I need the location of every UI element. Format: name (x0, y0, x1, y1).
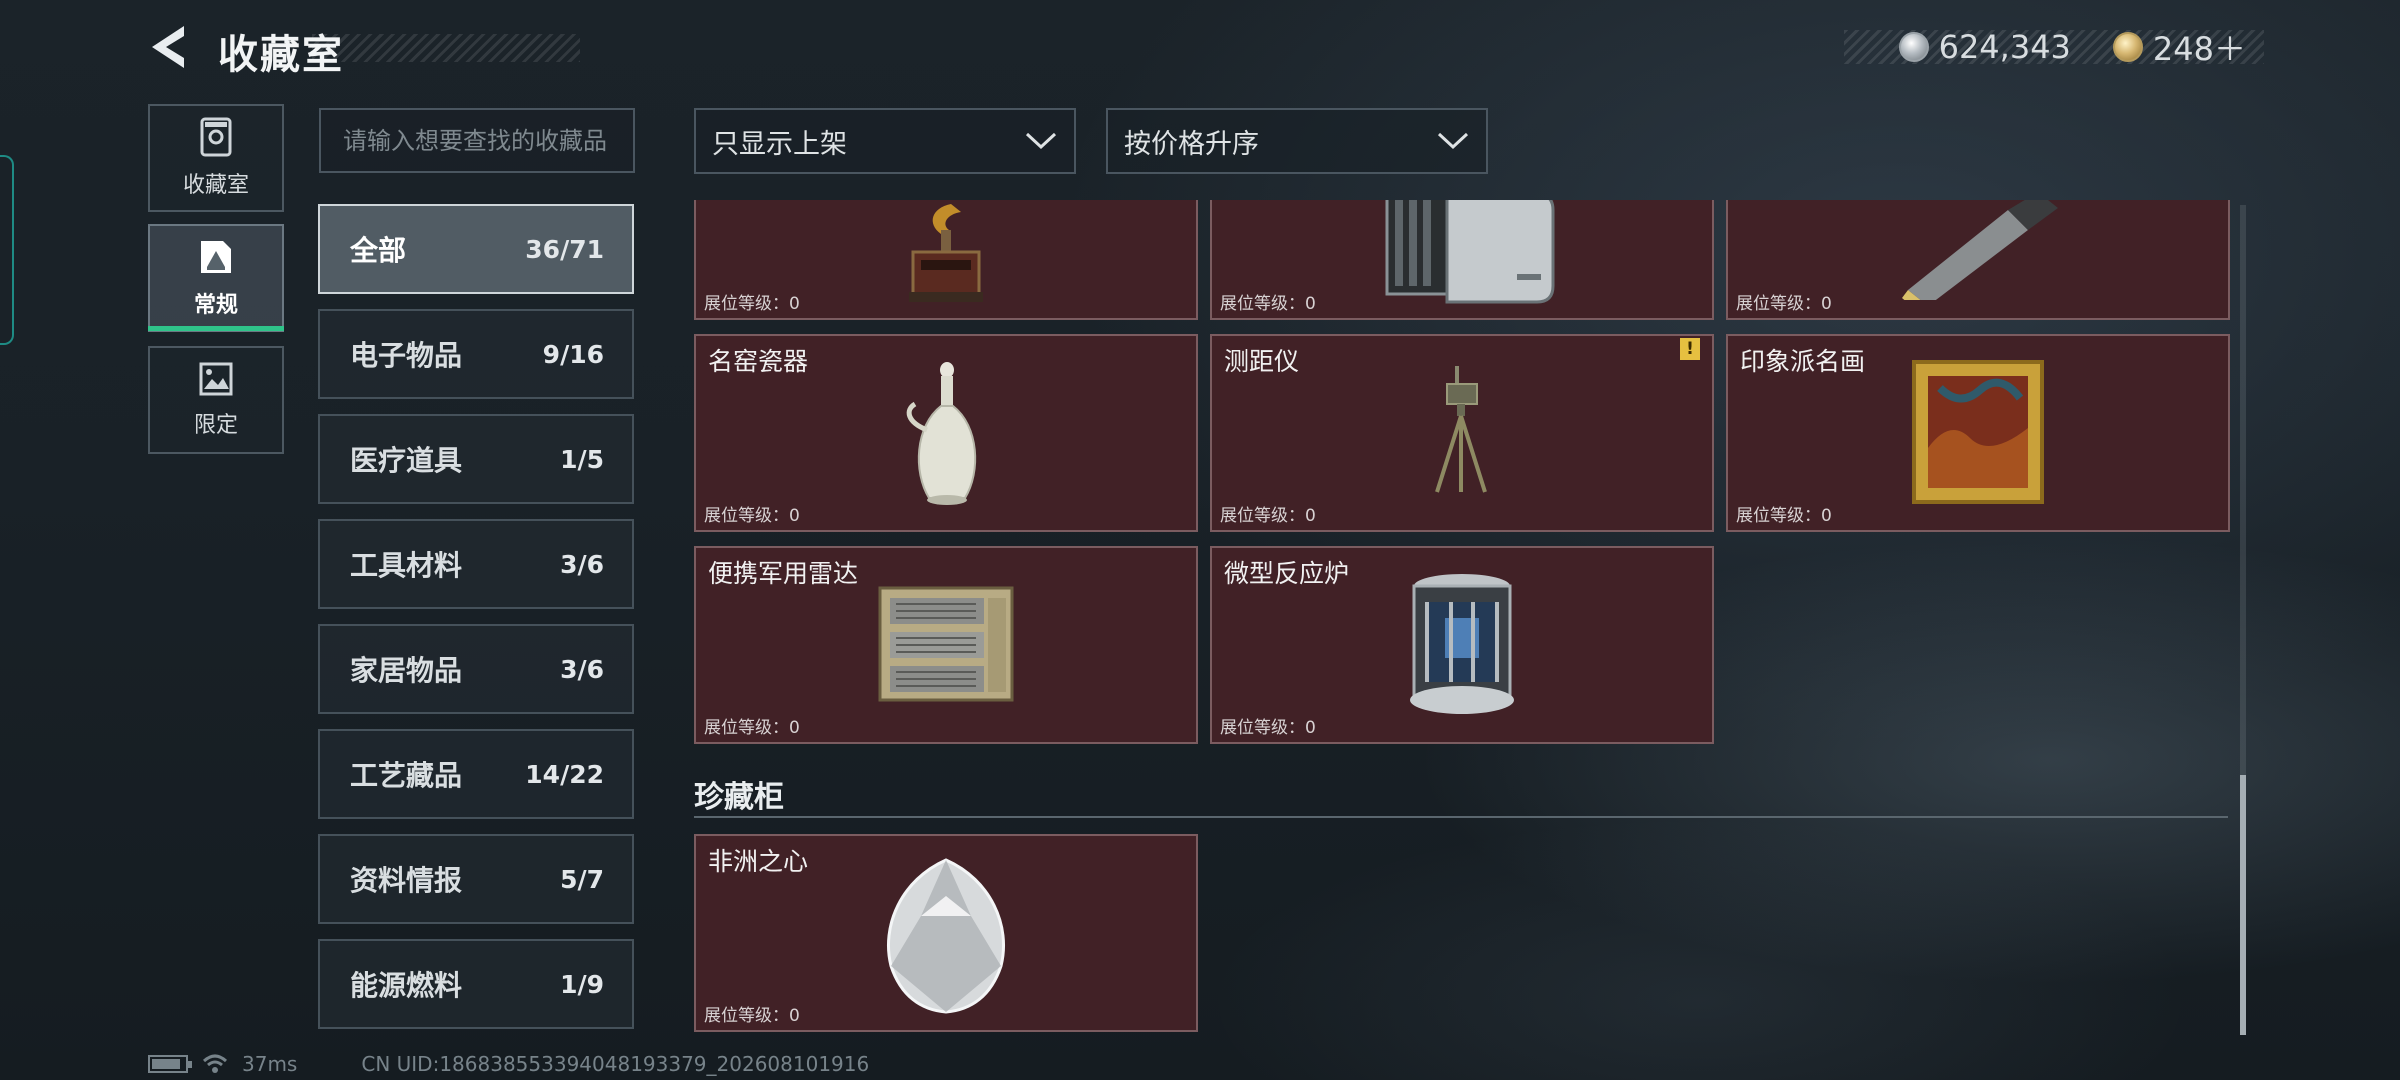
category-electronics[interactable]: 电子物品 9/16 (318, 309, 634, 399)
item-card[interactable]: 名窑瓷器 展位等级：0 (694, 334, 1198, 532)
item-level: 展位等级：0 (1220, 506, 1316, 526)
server-device-icon (1385, 200, 1555, 304)
shell-cartridge-icon (1902, 200, 2058, 300)
category-intel[interactable]: 资料情报 5/7 (318, 834, 634, 924)
category-tools[interactable]: 工具材料 3/6 (318, 519, 634, 609)
category-count: 1/5 (560, 444, 604, 474)
category-count: 14/22 (525, 759, 604, 789)
item-name: 印象派名画 (1740, 347, 1866, 376)
category-name: 医疗道具 (350, 444, 463, 477)
item-card[interactable]: 展位等级：0 (694, 200, 1198, 320)
sort-order-dropdown[interactable]: 按价格升序 (1106, 108, 1488, 174)
category-medical[interactable]: 医疗道具 1/5 (318, 414, 634, 504)
rail-tab-label: 收藏室 (182, 173, 249, 198)
category-count: 5/7 (560, 864, 604, 894)
porcelain-vase-icon (906, 362, 977, 505)
gold-coin-icon (2112, 32, 2143, 62)
silver-amount: 624,343 (1938, 28, 2071, 66)
item-level: 展位等级：0 (1220, 294, 1316, 314)
warning-badge[interactable]: ! (1680, 338, 1700, 360)
category-name: 能源燃料 (350, 969, 463, 1002)
rail-tab-regular[interactable]: 常规 (148, 224, 284, 332)
item-name: 测距仪 (1224, 347, 1300, 376)
gramophone-icon (909, 204, 983, 302)
page-title: 收藏室 (218, 32, 344, 78)
item-card[interactable]: 便携军用雷达 展位等级：0 (694, 546, 1198, 744)
silver-coin-icon (1898, 32, 1929, 62)
rail-tab-vault[interactable]: 收藏室 (148, 104, 284, 212)
item-name: 非洲之心 (708, 847, 809, 876)
active-tab-underline (148, 326, 284, 331)
section-divider (694, 816, 2228, 818)
back-arrow-icon (152, 26, 184, 68)
rangefinder-tripod-icon (1435, 366, 1487, 493)
rail-tab-label: 限定 (193, 413, 238, 438)
item-level: 展位等级：0 (1736, 294, 1832, 314)
item-name: 微型反应炉 (1224, 559, 1350, 588)
user-uid: CN UID:18683855339404819337​9_2026081019… (361, 1052, 870, 1076)
item-card[interactable]: 测距仪 ! 展位等级：0 (1210, 334, 1714, 532)
shelf-filter-dropdown[interactable]: 只显示上架 (694, 108, 1076, 174)
limited-picture-icon (199, 362, 233, 396)
category-count: 3/6 (560, 654, 604, 684)
picture-icon (201, 241, 231, 273)
diamond-icon (886, 858, 1006, 1014)
item-name: 便携军用雷达 (708, 559, 859, 588)
mini-reactor-icon (1410, 574, 1514, 714)
back-button[interactable] (146, 22, 192, 72)
item-level: 展位等级：0 (1220, 718, 1316, 738)
ping-value: 37ms (242, 1052, 298, 1076)
item-card[interactable]: 非洲之心 展位等级：0 (694, 834, 1198, 1032)
item-card[interactable]: 印象派名画 展位等级：0 (1726, 334, 2230, 532)
item-level: 展位等级：0 (704, 718, 800, 738)
category-energy[interactable]: 能源燃料 1/9 (318, 939, 634, 1029)
category-count: 9/16 (542, 339, 604, 369)
search-input[interactable] (319, 108, 635, 173)
chevron-down-icon (1025, 132, 1057, 150)
category-name: 资料情报 (350, 864, 463, 897)
side-edge-handle[interactable] (0, 155, 14, 345)
item-card[interactable]: 展位等级：0 (1726, 200, 2230, 320)
shelf-filter-value: 只显示上架 (712, 128, 847, 160)
rail-tab-limited[interactable]: 限定 (148, 346, 284, 454)
item-card[interactable]: 微型反应炉 展位等级：0 (1210, 546, 1714, 744)
category-household[interactable]: 家居物品 3/6 (318, 624, 634, 714)
chevron-down-icon (1437, 132, 1469, 150)
category-crafts[interactable]: 工艺藏品 14/22 (318, 729, 634, 819)
category-count: 36/71 (525, 234, 604, 264)
battery-icon (148, 1055, 192, 1073)
category-name: 工具材料 (350, 549, 463, 582)
item-level: 展位等级：0 (704, 294, 800, 314)
category-all[interactable]: 全部 36/71 (318, 204, 634, 294)
item-level: 展位等级：0 (704, 1006, 800, 1026)
item-name: 名窑瓷器 (708, 347, 809, 376)
gold-amount[interactable]: 248＋ (2153, 24, 2246, 70)
wifi-icon (202, 1054, 228, 1073)
rail-tab-label: 常规 (193, 293, 238, 318)
item-level: 展位等级：0 (704, 506, 800, 526)
scrollbar-thumb[interactable] (2240, 775, 2246, 1035)
section-title-showcase: 珍藏柜 (694, 780, 784, 815)
currency-bar: 624,343 248＋ (1844, 28, 2264, 68)
category-name: 全部 (350, 234, 407, 267)
category-count: 1/9 (560, 969, 604, 999)
category-name: 家居物品 (350, 654, 463, 687)
framed-painting-icon (1912, 360, 2044, 504)
category-name: 工艺藏品 (350, 759, 463, 792)
title-decoration (312, 34, 580, 62)
military-radar-icon (878, 586, 1014, 702)
sort-order-value: 按价格升序 (1124, 128, 1259, 160)
status-bar: 37ms CN UID:18683855339404819337​9_20260… (148, 1052, 869, 1076)
vault-icon (200, 117, 232, 157)
category-name: 电子物品 (350, 339, 463, 372)
item-level: 展位等级：0 (1736, 506, 1832, 526)
item-card[interactable]: 展位等级：0 (1210, 200, 1714, 320)
category-count: 3/6 (560, 549, 604, 579)
